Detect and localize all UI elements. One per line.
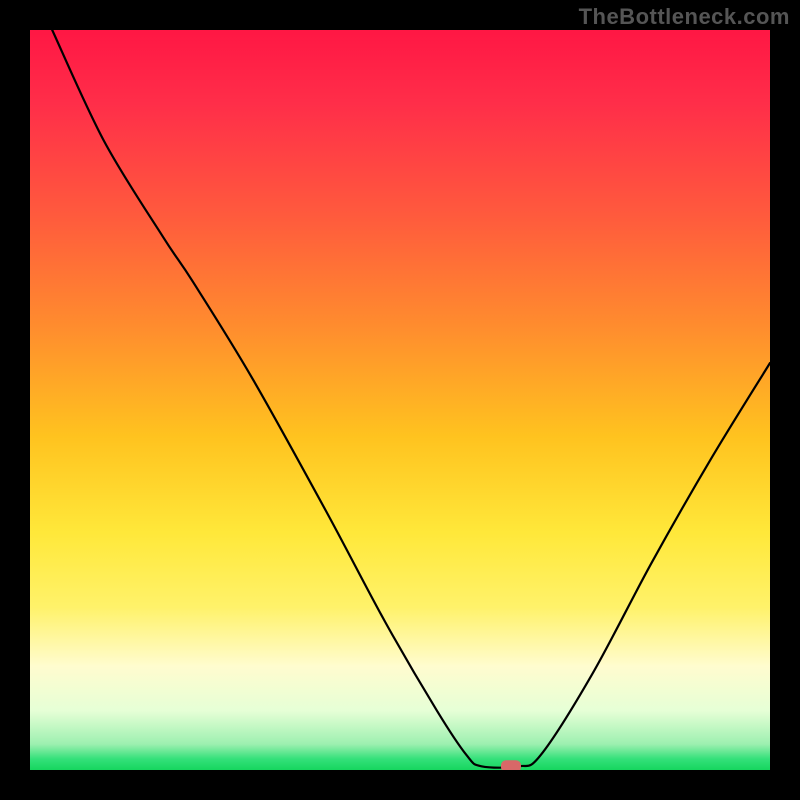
gradient-background — [30, 30, 770, 770]
chart-frame: TheBottleneck.com — [0, 0, 800, 800]
plot-area — [30, 30, 770, 770]
watermark-text: TheBottleneck.com — [579, 4, 790, 30]
chart-svg — [30, 30, 770, 770]
optimal-marker — [501, 760, 521, 770]
